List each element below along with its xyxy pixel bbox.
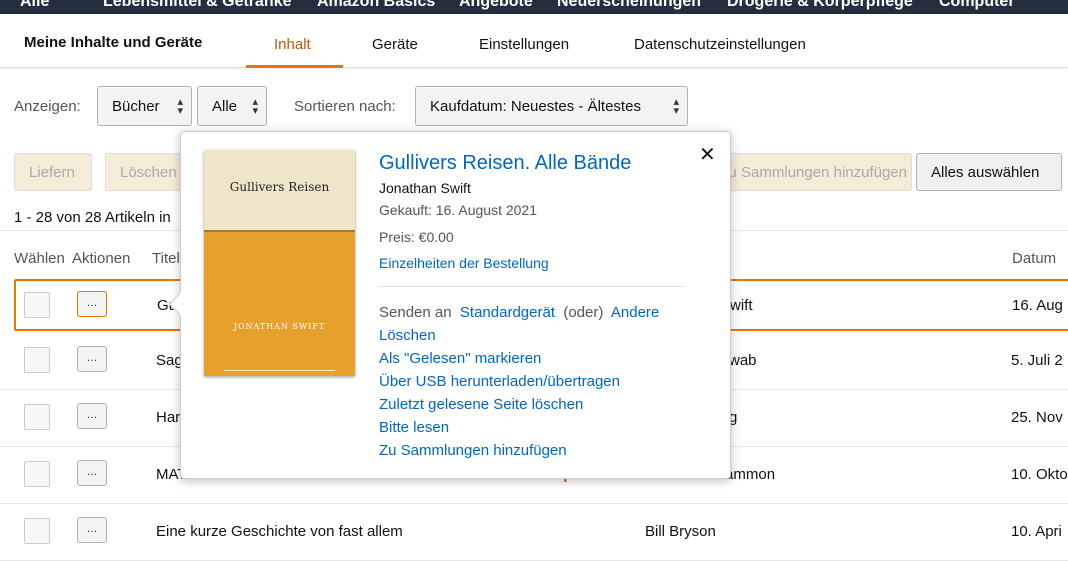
row-checkbox[interactable] [24, 347, 50, 373]
content-type-value: Bücher [112, 98, 160, 115]
nav-item-deals[interactable]: Angebote [459, 0, 533, 11]
top-navigation-bar: Alle Lebensmittel & Getränke Amazon Basi… [0, 0, 1068, 14]
item-details-popover: Gullivers Reisen JONATHAN SWIFT Gulliver… [168, 131, 731, 479]
cover-title: Gullivers Reisen [229, 180, 330, 194]
row-title[interactable]: Har [156, 409, 180, 426]
sort-value: Kaufdatum: Neuestes - Ältestes [430, 98, 641, 115]
column-header-actions: Aktionen [72, 250, 131, 267]
row-actions-button[interactable]: … [77, 403, 107, 429]
row-checkbox[interactable] [24, 461, 50, 487]
tab-content[interactable]: Inhalt [274, 36, 311, 53]
row-date: 5. Juli 2 [1011, 352, 1063, 369]
nav-item-all[interactable]: Alle [20, 0, 49, 11]
nav-item-drugstore[interactable]: Drogerie & Körperpflege [727, 0, 913, 11]
cover-author: JONATHAN SWIFT [233, 322, 326, 331]
nav-item-computer[interactable]: Computer [939, 0, 1015, 11]
please-read-link[interactable]: Bitte lesen [379, 419, 449, 436]
sort-select[interactable]: Kaufdatum: Neuestes - Ältestes ▴ ▾ [415, 86, 688, 126]
select-arrows-icon: ▴ ▾ [177, 96, 183, 117]
sort-label: Sortieren nach: [294, 98, 396, 115]
row-actions-button[interactable]: … [77, 346, 107, 372]
row-actions-button[interactable]: … [77, 517, 107, 543]
nav-item-groceries[interactable]: Lebensmittel & Getränke [103, 0, 292, 11]
select-all-button[interactable]: Alles auswählen [916, 153, 1062, 191]
popover-author: Jonathan Swift [379, 180, 471, 196]
send-label: Senden an [379, 304, 452, 321]
purchase-date: Gekauft: 16. August 2021 [379, 202, 538, 218]
deliver-button[interactable]: Liefern [14, 153, 92, 191]
tab-settings[interactable]: Einstellungen [479, 36, 569, 53]
page-title: Meine Inhalte und Geräte [24, 34, 203, 51]
or-label: (oder) [563, 304, 604, 321]
select-arrows-icon: ▴ ▾ [673, 96, 679, 117]
column-header-select: Wählen [14, 250, 65, 267]
column-header-date[interactable]: Datum [1012, 250, 1056, 267]
row-date: 10. Okto [1011, 466, 1068, 483]
order-details-link[interactable]: Einzelheiten der Bestellung [379, 255, 549, 271]
send-to-row: Senden an Standardgerät (oder) Andere [379, 304, 659, 321]
row-author: wab [729, 352, 757, 369]
close-icon[interactable]: ✕ [699, 142, 716, 167]
content-type-select[interactable]: Bücher ▴ ▾ [97, 86, 192, 126]
show-label: Anzeigen: [14, 98, 81, 115]
mark-as-read-link[interactable]: Als "Gelesen" markieren [379, 350, 541, 367]
row-checkbox[interactable] [24, 518, 50, 544]
book-cover: Gullivers Reisen JONATHAN SWIFT [204, 150, 355, 376]
scope-value: Alle [212, 98, 238, 115]
usb-download-link[interactable]: Über USB herunterladen/übertragen [379, 373, 620, 390]
add-to-collections-link[interactable]: Zu Sammlungen hinzufügen [379, 442, 567, 459]
table-row[interactable]: … Eine kurze Geschichte von fast allem B… [0, 505, 1068, 561]
row-checkbox[interactable] [24, 292, 50, 318]
row-actions-button[interactable]: … [77, 291, 107, 317]
row-author: wift [730, 297, 753, 314]
row-title[interactable]: Eine kurze Geschichte von fast allem [156, 523, 403, 540]
row-title[interactable]: Sag [156, 352, 183, 369]
nav-item-new-releases[interactable]: Neuerscheinungen [557, 0, 701, 11]
default-device-link[interactable]: Standardgerät [460, 304, 555, 321]
column-header-title[interactable]: Titel [152, 250, 180, 267]
filter-bar: Anzeigen: Bücher ▴ ▾ Alle ▴ ▾ Sortieren na… [0, 86, 1068, 126]
row-date: 10. Apri [1011, 523, 1062, 540]
active-tab-indicator [246, 65, 343, 68]
popover-title[interactable]: Gullivers Reisen. Alle Bände [379, 152, 631, 175]
row-date: 16. Aug [1012, 297, 1063, 314]
tab-devices[interactable]: Geräte [372, 36, 418, 53]
row-actions-button[interactable]: … [77, 460, 107, 486]
scope-select[interactable]: Alle ▴ ▾ [197, 86, 267, 126]
row-date: 25. Nov [1011, 409, 1063, 426]
other-device-link[interactable]: Andere [611, 304, 659, 321]
sub-navigation: Meine Inhalte und Geräte Inhalt Geräte E… [0, 14, 1068, 68]
nav-item-amazon-basics[interactable]: Amazon Basics [317, 0, 435, 11]
row-checkbox[interactable] [24, 404, 50, 430]
item-count: 1 - 28 von 28 Artikeln in [14, 209, 171, 226]
delete-link[interactable]: Löschen [379, 327, 436, 344]
tab-privacy-settings[interactable]: Datenschutzeinstellungen [634, 36, 806, 53]
popover-divider [379, 286, 684, 287]
price: Preis: €0.00 [379, 229, 454, 245]
clear-last-read-link[interactable]: Zuletzt gelesene Seite löschen [379, 396, 583, 413]
row-author: Bill Bryson [645, 523, 716, 540]
select-arrows-icon: ▴ ▾ [252, 96, 258, 117]
